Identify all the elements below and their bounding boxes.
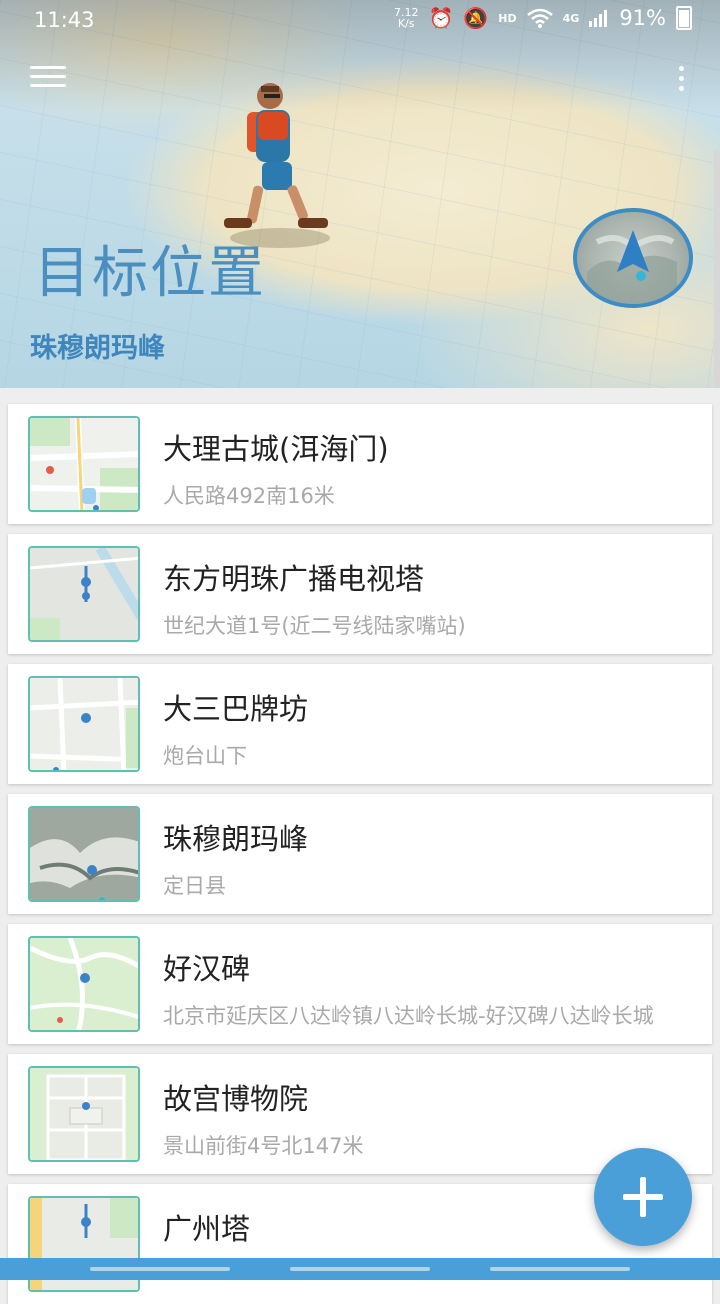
battery-percent: 91% xyxy=(619,6,666,30)
menu-icon[interactable] xyxy=(30,66,66,92)
place-name: 广州塔 xyxy=(163,1212,251,1246)
list-item[interactable]: 大三巴牌坊 炮台山下 xyxy=(8,664,712,784)
map-thumbnail xyxy=(28,936,140,1032)
scroll-indicator xyxy=(714,150,720,388)
bottom-bar xyxy=(0,1258,720,1280)
place-address: 定日县 xyxy=(163,874,226,898)
place-name: 大三巴牌坊 xyxy=(163,692,309,726)
place-address: 世纪大道1号(近二号线陆家嘴站) xyxy=(163,614,466,638)
network-type: 4G xyxy=(562,11,580,25)
navigation-arrow-icon xyxy=(587,230,677,304)
alarm-icon: ⏰ xyxy=(428,6,454,30)
page-title: 目标位置 xyxy=(34,241,266,306)
hd-label: HD xyxy=(498,11,517,25)
mute-icon: 🔕 xyxy=(463,6,489,30)
header-banner: 11:43 7.12 K/s ⏰ 🔕 HD 4G 91% 目标位置 珠穆朗玛峰 xyxy=(0,0,720,388)
current-target-name: 珠穆朗玛峰 xyxy=(30,333,165,364)
net-speed: 7.12 K/s xyxy=(393,6,419,30)
list-item[interactable]: 故宫博物院 景山前街4号北147米 xyxy=(8,1054,712,1174)
add-place-button[interactable] xyxy=(594,1148,692,1246)
map-thumbnail xyxy=(28,416,140,512)
place-address: 人民路492南16米 xyxy=(163,484,335,508)
place-name: 珠穆朗玛峰 xyxy=(163,822,309,856)
list-item[interactable]: 东方明珠广播电视塔 世纪大道1号(近二号线陆家嘴站) xyxy=(8,534,712,654)
status-bar: 11:43 7.12 K/s ⏰ 🔕 HD 4G 91% xyxy=(0,0,720,40)
place-address: 景山前街4号北147米 xyxy=(163,1134,364,1158)
map-thumbnail xyxy=(28,1066,140,1162)
map-thumbnail xyxy=(28,546,140,642)
place-address: 炮台山下 xyxy=(163,744,247,768)
place-name: 好汉碑 xyxy=(163,952,251,986)
more-icon[interactable] xyxy=(672,66,690,94)
satellite-thumbnail xyxy=(28,806,140,902)
signal-icon xyxy=(589,10,608,27)
place-address: 北京市延庆区八达岭镇八达岭长城-好汉碑八达岭长城 xyxy=(163,1004,654,1028)
list-item[interactable]: 好汉碑 北京市延庆区八达岭镇八达岭长城-好汉碑八达岭长城 xyxy=(8,924,712,1044)
battery-icon xyxy=(676,6,692,30)
wifi-icon xyxy=(526,8,553,28)
map-thumbnail xyxy=(28,676,140,772)
status-icons: 7.12 K/s ⏰ 🔕 HD 4G 91% xyxy=(394,6,692,30)
place-name: 故宫博物院 xyxy=(163,1082,309,1116)
status-time: 11:43 xyxy=(34,8,95,32)
place-name: 大理古城(洱海门) xyxy=(163,432,389,466)
list-item[interactable]: 珠穆朗玛峰 定日县 xyxy=(8,794,712,914)
compass-icon[interactable] xyxy=(573,208,693,308)
list-item[interactable]: 大理古城(洱海门) 人民路492南16米 xyxy=(8,404,712,524)
place-name: 东方明珠广播电视塔 xyxy=(163,562,425,596)
